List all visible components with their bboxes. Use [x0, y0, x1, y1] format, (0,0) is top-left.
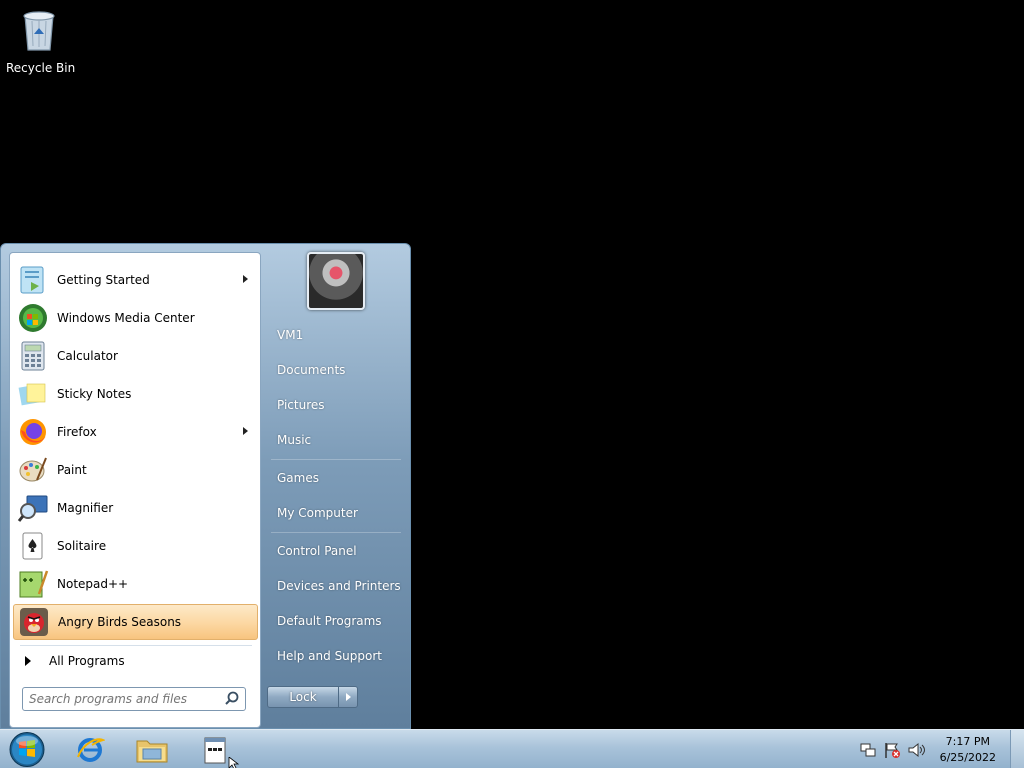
clock-time: 7:17 PM	[945, 734, 990, 748]
program-label: Firefox	[57, 425, 97, 439]
right-item-music[interactable]: Music	[267, 425, 403, 455]
program-notepad-plus-plus[interactable]: Notepad++	[13, 566, 258, 602]
sticky-notes-icon	[18, 383, 46, 406]
all-programs-label: All Programs	[49, 654, 125, 668]
program-label: Notepad++	[57, 577, 129, 591]
volume-icon[interactable]	[907, 741, 925, 759]
taskbar-windows-explorer[interactable]	[132, 732, 172, 768]
right-item-label: Games	[277, 471, 319, 485]
right-separator	[271, 459, 401, 460]
program-calculator[interactable]: Calculator	[13, 338, 258, 374]
start-menu: Getting Started Windows Media Center Cal…	[0, 243, 411, 729]
program-paint[interactable]: Paint	[13, 452, 258, 488]
network-icon[interactable]	[859, 741, 877, 759]
notepad-plus-plus-icon	[19, 570, 49, 598]
all-programs-arrow-icon	[25, 656, 31, 666]
right-item-devices-and-printers[interactable]: Devices and Printers	[267, 571, 403, 601]
program-getting-started[interactable]: Getting Started	[13, 262, 258, 298]
show-desktop-button[interactable]	[1010, 730, 1024, 768]
angry-birds-icon	[20, 608, 48, 636]
right-item-my-computer[interactable]: My Computer	[267, 498, 403, 528]
system-tray: 7:17 PM 6/25/2022	[856, 730, 1024, 768]
start-button[interactable]	[6, 730, 48, 768]
program-label: Solitaire	[57, 539, 107, 553]
clock-date: 6/25/2022	[939, 750, 996, 764]
search-input[interactable]	[23, 689, 223, 709]
programs-pane: Getting Started Windows Media Center Cal…	[9, 252, 261, 728]
search-box[interactable]	[22, 687, 246, 711]
lock-label: Lock	[289, 690, 317, 704]
program-magnifier[interactable]: Magnifier	[13, 490, 258, 526]
solitaire-icon	[22, 532, 43, 560]
right-item-control-panel[interactable]: Control Panel	[267, 536, 403, 566]
recycle-bin-shortcut[interactable]: Recycle Bin	[6, 6, 76, 75]
program-label: Angry Birds Seasons	[58, 615, 182, 629]
right-item-help-and-support[interactable]: Help and Support	[267, 641, 403, 671]
recycle-bin-icon	[23, 11, 55, 51]
right-item-vm1[interactable]: VM1	[267, 320, 403, 350]
right-item-documents[interactable]: Documents	[267, 355, 403, 385]
program-label: Sticky Notes	[57, 387, 132, 401]
taskbar: 7:17 PM 6/25/2022	[0, 729, 1024, 768]
right-item-label: Pictures	[277, 398, 325, 412]
shutdown-options-button[interactable]	[338, 686, 358, 708]
program-solitaire[interactable]: Solitaire	[13, 528, 258, 564]
paint-icon	[19, 457, 47, 482]
all-programs-button[interactable]: All Programs	[13, 649, 258, 673]
program-firefox[interactable]: Firefox	[13, 414, 258, 450]
internet-explorer-icon	[77, 738, 105, 762]
clock[interactable]: 7:17 PM 6/25/2022	[940, 734, 996, 766]
submenu-arrow-icon	[243, 427, 248, 435]
program-label: Windows Media Center	[57, 311, 195, 325]
media-center-icon	[19, 304, 47, 332]
user-picture-avatar[interactable]	[307, 252, 365, 310]
right-item-label: Devices and Printers	[277, 579, 401, 593]
right-item-label: Documents	[277, 363, 346, 377]
firefox-icon	[20, 419, 46, 445]
recycle-bin-label: Recycle Bin	[6, 61, 76, 75]
action-center-flag-icon[interactable]	[883, 741, 901, 759]
chevron-right-icon	[345, 693, 351, 701]
right-item-label: Help and Support	[277, 649, 382, 663]
right-item-label: Control Panel	[277, 544, 357, 558]
right-item-label: Default Programs	[277, 614, 382, 628]
windows-explorer-icon	[136, 740, 168, 763]
program-label: Magnifier	[57, 501, 114, 515]
right-item-pictures[interactable]: Pictures	[267, 390, 403, 420]
taskbar-internet-explorer[interactable]	[70, 732, 110, 768]
right-item-label: Music	[277, 433, 312, 447]
magnifier-icon	[17, 495, 48, 522]
right-item-games[interactable]: Games	[267, 463, 403, 493]
getting-started-icon	[20, 266, 44, 294]
program-label: Calculator	[57, 349, 118, 363]
right-item-default-programs[interactable]: Default Programs	[267, 606, 403, 636]
lock-button[interactable]: Lock	[267, 686, 339, 708]
notepad-window-icon	[204, 737, 226, 764]
right-item-label: VM1	[277, 328, 304, 342]
mouse-cursor-icon	[228, 757, 240, 768]
submenu-arrow-icon	[243, 275, 248, 283]
right-item-label: My Computer	[277, 506, 358, 520]
program-windows-media-center[interactable]: Windows Media Center	[13, 300, 258, 336]
separator	[20, 645, 252, 646]
calculator-icon	[21, 341, 45, 371]
right-separator	[271, 532, 401, 533]
search-icon[interactable]	[223, 690, 241, 708]
program-label: Paint	[57, 463, 87, 477]
program-angry-birds-seasons[interactable]: Angry Birds Seasons	[13, 604, 258, 640]
program-label: Getting Started	[57, 273, 150, 287]
program-sticky-notes[interactable]: Sticky Notes	[13, 376, 258, 412]
